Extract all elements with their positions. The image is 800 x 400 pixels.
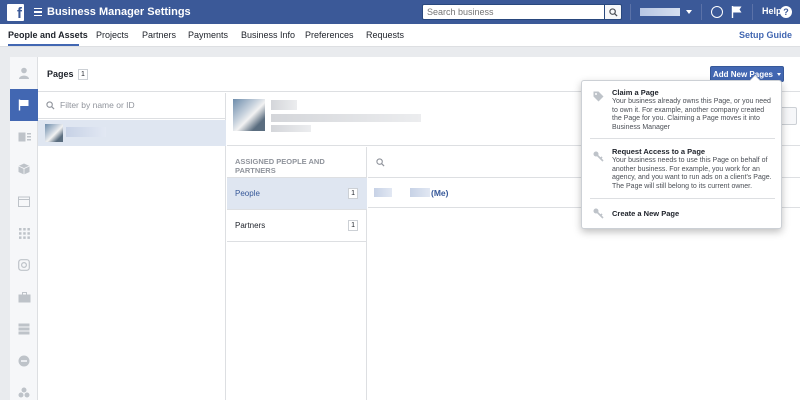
help-icon[interactable]: ? [780,6,792,18]
tab-preferences[interactable]: Preferences [305,30,354,40]
menu-item-request-access[interactable]: Request Access to a Page Your business n… [582,139,783,195]
pages-count-badge: 1 [78,69,88,80]
flag-icon [18,99,29,111]
person-last-name [410,188,430,197]
globe-icon[interactable] [711,6,723,18]
tab-people-and-assets[interactable]: People and Assets [8,30,88,40]
page-thumbnail [45,124,63,142]
business-account-name[interactable] [640,8,680,16]
count-badge: 1 [348,188,358,199]
tab-partners[interactable]: Partners [142,30,176,40]
rail-item-pages[interactable] [10,89,38,121]
menu-item-claim-page[interactable]: Claim a Page Your business already owns … [582,81,783,135]
person-me-label: (Me) [431,188,449,198]
menu-item-title: Request Access to a Page [612,147,706,156]
tag-icon [593,91,604,102]
section-heading-row: ASSIGNED PEOPLE AND PARTNERS [227,147,367,178]
page-title [271,100,297,110]
rail-item-ad-accounts[interactable] [10,121,38,153]
briefcase-icon [18,291,30,302]
tab-requests[interactable]: Requests [366,30,404,40]
assigned-people-and-partners: ASSIGNED PEOPLE AND PARTNERS People 1 Pa… [227,147,367,400]
rail-item-data-sources[interactable] [10,313,38,345]
settings-nav: People and Assets Projects Partners Paym… [0,24,800,47]
count-badge: 1 [348,220,358,231]
divider [630,4,631,20]
filter-input[interactable]: Filter by name or ID [60,100,135,110]
app-title: Business Manager Settings [47,6,191,18]
divider [701,4,702,20]
key-icon [593,151,604,162]
menu-item-description: Your business already owns this Page, or… [612,98,771,131]
calendar-icon [18,196,30,207]
rail-item-apps[interactable] [10,217,38,249]
search-icon [608,7,618,17]
section-heading: ASSIGNED PEOPLE AND PARTNERS [235,157,325,175]
ad-account-icon [18,132,31,142]
box-icon [18,163,30,175]
rail-item-instagram[interactable] [10,249,38,281]
search-icon [46,101,55,110]
menu-item-description: Your business needs to use this Page on … [612,157,772,190]
assigned-item-label: People [235,189,260,198]
divider [752,4,753,20]
menu-item-title: Claim a Page [612,88,659,97]
page-id [271,114,421,122]
setup-guide-link[interactable]: Setup Guide [739,30,792,40]
search-icon [376,158,385,167]
person-icon [19,67,29,79]
search-button[interactable] [605,4,622,20]
assigned-item-label: Partners [235,221,266,230]
rail-item-events[interactable] [10,185,38,217]
tab-business-info[interactable]: Business Info [241,30,295,40]
assigned-item-people[interactable]: People 1 [227,178,367,210]
rail-item-catalogs[interactable] [10,153,38,185]
add-new-pages-menu: Claim a Page Your business already owns … [581,75,783,229]
key-icon [593,208,604,219]
search-input[interactable] [422,4,605,20]
menu-item-title: Create a New Page [612,209,680,218]
top-bar: f Business Manager Settings [0,0,800,24]
menu-item-create-page[interactable]: Create a New Page [582,199,783,229]
tab-payments[interactable]: Payments [188,30,228,40]
asset-type-rail [10,57,38,400]
help-link[interactable]: Help [762,6,782,16]
add-new-pages-label: Add New Pages [712,69,773,79]
blocked-icon [18,355,30,367]
rail-item-integrations[interactable] [10,377,38,400]
grid-icon [18,227,30,239]
rail-item-blocked[interactable] [10,345,38,377]
page-name [66,127,106,137]
page-list: Filter by name or ID [38,93,226,400]
page-category [271,125,311,132]
tab-projects[interactable]: Projects [96,30,129,40]
database-icon [18,323,30,335]
rail-item-people[interactable] [10,57,38,89]
assigned-item-partners[interactable]: Partners 1 [227,210,367,242]
facebook-logo[interactable]: f [7,3,24,21]
rail-item-business[interactable] [10,281,38,313]
instagram-icon [18,259,30,271]
chevron-down-icon[interactable] [686,10,692,14]
puzzle-icon [18,387,30,398]
filter-row: Filter by name or ID [38,93,226,119]
page-avatar [233,99,265,131]
chevron-down-icon [777,72,781,76]
active-tab-indicator [8,44,79,46]
panel-title: Pages [47,69,74,79]
menu-icon[interactable] [34,7,42,17]
flag-icon[interactable] [731,5,743,19]
person-first-name [374,188,392,197]
list-item[interactable] [38,120,226,146]
